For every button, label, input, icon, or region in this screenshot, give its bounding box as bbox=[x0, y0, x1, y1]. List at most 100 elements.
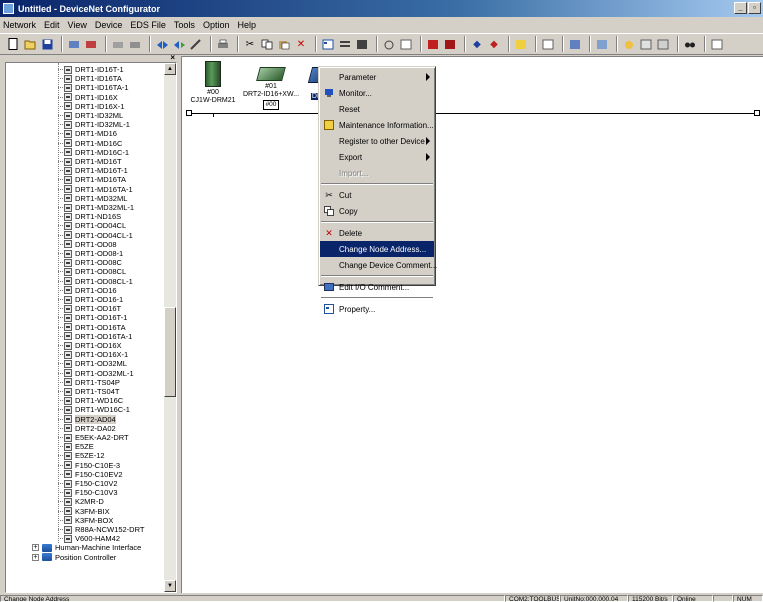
tree-item-device[interactable]: DRT1-MD16C bbox=[58, 139, 122, 148]
tree-item-device[interactable]: DRT1-ID16TA-1 bbox=[58, 83, 129, 92]
menu-option[interactable]: Option bbox=[203, 20, 230, 30]
download-icon[interactable] bbox=[128, 37, 142, 51]
tree-item-device[interactable]: DRT1-OD16TA bbox=[58, 323, 126, 332]
tree-item-device[interactable]: DRT1-TS04P bbox=[58, 378, 120, 387]
tree-item-device[interactable]: DRT1-OD16 bbox=[58, 286, 117, 295]
open-icon[interactable] bbox=[23, 37, 37, 51]
tree-item-device[interactable]: DRT1-WD16C-1 bbox=[58, 405, 130, 414]
tree-item-device[interactable]: DRT1-ID16X bbox=[58, 93, 118, 102]
menu-item-property[interactable]: Property... bbox=[320, 301, 434, 317]
restore-button[interactable]: ▫ bbox=[748, 2, 761, 14]
chart-icon[interactable] bbox=[541, 37, 555, 51]
tree-item-device[interactable]: DRT1-OD16TA-1 bbox=[58, 332, 132, 341]
hardware-tree[interactable]: ▲ ▼ DRT1-ID16T-1 DRT1-ID16TA DRT1-ID16TA-1… bbox=[5, 62, 177, 593]
tree-item-device[interactable]: DRT1-ID16TA bbox=[58, 74, 122, 83]
menu-item-delete[interactable]: ✕ Delete bbox=[320, 225, 434, 241]
tree-item-device[interactable]: DRT1-OD16T bbox=[58, 304, 121, 313]
tree-scrollbar[interactable]: ▲ ▼ bbox=[164, 63, 176, 592]
menu-view[interactable]: View bbox=[68, 20, 87, 30]
tree-item-device[interactable]: DRT1-MD16C-1 bbox=[58, 148, 129, 157]
scroll-thumb[interactable] bbox=[164, 307, 176, 397]
connect-icon[interactable] bbox=[155, 37, 169, 51]
tree-item-device[interactable]: E5ZE-12 bbox=[58, 451, 105, 460]
expand-icon[interactable]: + bbox=[32, 544, 39, 552]
tree-item-device[interactable]: DRT1-MD16TA-1 bbox=[58, 185, 133, 194]
tree-item-device[interactable]: DRT1-OD08-1 bbox=[58, 249, 123, 258]
menu-edit[interactable]: Edit bbox=[44, 20, 60, 30]
tree-item-device[interactable]: DRT1-OD16X bbox=[58, 341, 122, 350]
copy-icon[interactable] bbox=[260, 37, 274, 51]
wizard-icon[interactable] bbox=[189, 37, 203, 51]
tree-item-device[interactable]: DRT1-OD08C bbox=[58, 258, 122, 267]
tree-item-device[interactable]: F150-C10E-3 bbox=[58, 461, 120, 470]
find-icon[interactable] bbox=[656, 37, 670, 51]
tree-item-device[interactable]: DRT1-ND16S bbox=[58, 212, 121, 221]
menu-device[interactable]: Device bbox=[95, 20, 123, 30]
menu-item-change-node-address[interactable]: Change Node Address... bbox=[320, 241, 434, 257]
tree-item-device[interactable]: DRT1-ID32ML bbox=[58, 111, 123, 120]
parameter-icon[interactable] bbox=[338, 37, 352, 51]
arrow-left-icon[interactable]: ◆ bbox=[470, 37, 484, 51]
tree-item-device[interactable]: K3FM-BIX bbox=[58, 507, 110, 516]
menu-tools[interactable]: Tools bbox=[174, 20, 195, 30]
property-icon[interactable] bbox=[321, 37, 335, 51]
tree-item-device[interactable]: DRT1-OD04CL bbox=[58, 221, 126, 230]
close-panel-icon[interactable]: × bbox=[170, 53, 175, 62]
monitor-icon[interactable] bbox=[355, 37, 369, 51]
tree-item-device[interactable]: R88A-NCW152-DRT bbox=[58, 525, 144, 534]
tree-item-device[interactable]: DRT1-OD08CL-1 bbox=[58, 277, 133, 286]
online-icon[interactable] bbox=[67, 37, 81, 51]
tree-item-device[interactable]: DRT1-MD16T-1 bbox=[58, 166, 128, 175]
tree-item-device[interactable]: DRT1-MD16 bbox=[58, 129, 117, 138]
disconnect-icon[interactable] bbox=[172, 37, 186, 51]
arrow-right-icon[interactable]: ◆ bbox=[487, 37, 501, 51]
tree-item-device[interactable]: DRT1-OD16X-1 bbox=[58, 350, 128, 359]
tree-item-device[interactable]: K2MR-D bbox=[58, 497, 104, 506]
tree-item-device[interactable]: DRT1-OD04CL-1 bbox=[58, 231, 133, 240]
menu-item-maintenance-info[interactable]: Maintenance Information... bbox=[320, 117, 434, 133]
tree-item-category[interactable]: + Position Controller bbox=[32, 553, 116, 562]
tree-item-device[interactable]: F150-C10V3 bbox=[58, 488, 118, 497]
menu-item-reset[interactable]: Reset bbox=[320, 101, 434, 117]
network-node-slave[interactable]: #01 DRT2-ID16+XW... #00 bbox=[242, 61, 300, 110]
check-icon[interactable] bbox=[514, 37, 528, 51]
tree-item-device[interactable]: DRT1-OD16-1 bbox=[58, 295, 123, 304]
tree-item-category[interactable]: + Human-Machine Interface bbox=[32, 543, 141, 552]
tree-item-device[interactable]: DRT2-AD04 bbox=[58, 414, 116, 424]
tree-item-device[interactable]: DRT1-MD16T bbox=[58, 157, 122, 166]
cut-icon[interactable]: ✂ bbox=[243, 37, 257, 51]
new-icon[interactable] bbox=[6, 37, 20, 51]
network-node-master[interactable]: #00 CJ1W-DRM21 bbox=[188, 61, 238, 117]
binoculars-icon[interactable] bbox=[683, 37, 697, 51]
menu-item-parameter[interactable]: Parameter bbox=[320, 69, 434, 85]
tree-item-device[interactable]: DRT1-ID16X-1 bbox=[58, 102, 124, 111]
tree-item-device[interactable]: DRT1-ID32ML-1 bbox=[58, 120, 130, 129]
tree-item-device[interactable]: DRT1-OD32ML bbox=[58, 359, 127, 368]
tree-item-device[interactable]: DRT1-OD08 bbox=[58, 240, 117, 249]
tree-item-device[interactable]: V600-HAM42 bbox=[58, 534, 120, 543]
tree-item-device[interactable]: DRT1-OD16T-1 bbox=[58, 313, 127, 322]
tree-item-device[interactable]: DRT1-ID16T-1 bbox=[58, 65, 124, 74]
tree-item-device[interactable]: E5EK-AA2-DRT bbox=[58, 433, 129, 442]
offline-icon[interactable] bbox=[84, 37, 98, 51]
tree-item-device[interactable]: DRT1-OD32ML-1 bbox=[58, 369, 134, 378]
tree-item-device[interactable]: DRT2-DA02 bbox=[58, 424, 116, 433]
menu-item-register-other[interactable]: Register to other Device bbox=[320, 133, 434, 149]
tree-item-device[interactable]: E5ZE bbox=[58, 442, 94, 451]
menu-item-edit-io-comment[interactable]: Edit I/O Comment... bbox=[320, 279, 434, 295]
eds-icon[interactable] bbox=[568, 37, 582, 51]
menu-item-cut[interactable]: ✂ Cut bbox=[320, 187, 434, 203]
menu-item-copy[interactable]: Copy bbox=[320, 203, 434, 219]
tree-item-device[interactable]: DRT1-OD08CL bbox=[58, 267, 126, 276]
paste-icon[interactable] bbox=[277, 37, 291, 51]
menu-item-export[interactable]: Export bbox=[320, 149, 434, 165]
config-icon[interactable] bbox=[639, 37, 653, 51]
zoom-icon[interactable] bbox=[399, 37, 413, 51]
delete-icon[interactable]: ✕ bbox=[294, 37, 308, 51]
upload-icon[interactable] bbox=[111, 37, 125, 51]
menu-help[interactable]: Help bbox=[237, 20, 256, 30]
tree-item-device[interactable]: F150-C10EV2 bbox=[58, 470, 123, 479]
menu-item-monitor[interactable]: Monitor... bbox=[320, 85, 434, 101]
expand-icon[interactable]: + bbox=[32, 553, 39, 561]
eds2-icon[interactable] bbox=[595, 37, 609, 51]
